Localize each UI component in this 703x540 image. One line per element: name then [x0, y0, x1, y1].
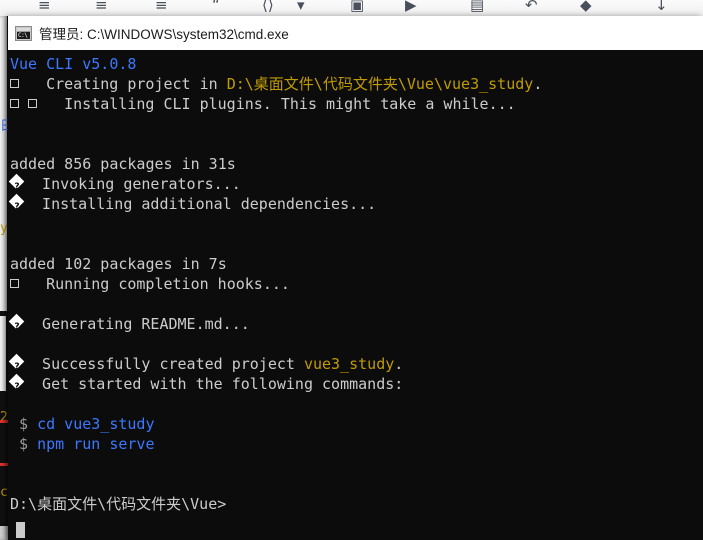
terminal-text-segment: D:\桌面文件\代码文件夹\Vue>	[10, 495, 227, 513]
editor-content-sliver: 日y2c	[0, 16, 8, 540]
terminal-text-segment: cd vue3_study	[37, 415, 155, 433]
bullet-list-icon[interactable]: ≡	[38, 0, 51, 13]
numbered-list-icon[interactable]: ≡	[95, 0, 108, 13]
terminal-line: Vue CLI v5.0.8	[10, 54, 703, 74]
insert-table-icon[interactable]: ▤	[470, 0, 484, 13]
missing-glyph-box-icon	[10, 279, 19, 288]
chevron-down-icon[interactable]: ▾	[297, 0, 305, 13]
code-block-icon[interactable]: ⟨⟩	[262, 0, 274, 13]
terminal-cursor	[16, 522, 25, 538]
cmd-titlebar[interactable]: 管理员: C:\WINDOWS\system32\cmd.exe	[8, 16, 703, 50]
terminal-line: ? Successfully created project vue3_stud…	[10, 354, 703, 374]
replacement-character-icon: ?	[10, 194, 24, 215]
editor-scroll-panel-lower[interactable]	[0, 316, 6, 391]
terminal-line: Running completion hooks...	[10, 274, 703, 294]
terminal-text-segment: Generating README.md...	[24, 315, 250, 333]
terminal-line: $ npm run serve	[10, 434, 703, 454]
cmd-console-icon	[15, 25, 32, 41]
terminal-text-segment: $	[10, 435, 38, 453]
download-icon[interactable]: ↓	[655, 0, 668, 13]
terminal-text-segment: added 102 packages in 7s	[10, 255, 227, 273]
terminal-text-segment: Invoking generators...	[24, 175, 241, 193]
cmd-window[interactable]: 管理员: C:\WINDOWS\system32\cmd.exe Vue CLI…	[8, 16, 703, 540]
terminal-line: ? Generating README.md...	[10, 314, 703, 334]
editor-text-fragment: y	[0, 221, 8, 236]
terminal-line: ? Installing additional dependencies...	[10, 194, 703, 214]
terminal-text-segment: .	[394, 355, 404, 373]
editor-error-underline	[0, 420, 8, 423]
terminal-line: Installing CLI plugins. This might take …	[10, 94, 703, 114]
terminal-line: ? Invoking generators...	[10, 174, 703, 194]
replacement-character-icon: ?	[10, 314, 24, 335]
terminal-text-segment: npm run serve	[37, 435, 155, 453]
terminal-line: $ cd vue3_study	[10, 414, 703, 434]
missing-glyph-box-icon	[28, 99, 38, 108]
terminal-text-segment: Creating project in	[28, 75, 227, 93]
terminal-line: ? Get started with the following command…	[10, 374, 703, 394]
quote-icon[interactable]: “	[212, 0, 220, 13]
replacement-character-icon: ?	[10, 374, 24, 395]
terminal-text-segment: Vue CLI v5.0.8	[10, 55, 137, 73]
insert-image-icon[interactable]: ▣	[350, 0, 364, 13]
task-list-icon[interactable]: ≡	[155, 0, 168, 13]
terminal-text-segment: Installing CLI plugins. This might take …	[46, 95, 516, 113]
editor-toolbar[interactable]: ≡ ≡ ≡ “ ⟨⟩ ▾ ▣ ▶ ▤ ↶ ◆ ↓	[0, 0, 703, 17]
editor-statusbar-sliver	[0, 526, 8, 540]
terminal-text-segment: $	[10, 415, 38, 433]
undo-icon[interactable]: ↶	[525, 0, 538, 13]
replacement-character-icon: ?	[10, 354, 24, 375]
terminal-text-segment: Installing additional dependencies...	[24, 195, 377, 213]
editor-text-fragment: 日	[0, 119, 8, 134]
terminal-line: D:\桌面文件\代码文件夹\Vue>	[10, 494, 703, 514]
highlighter-icon[interactable]: ◆	[580, 0, 592, 13]
terminal-text-segment: .	[533, 75, 543, 93]
terminal-output-area[interactable]: Vue CLI v5.0.8 Creating project in D:\桌面…	[8, 50, 703, 540]
terminal-text-segment: D:\桌面文件\代码文件夹\Vue\vue3_study	[226, 75, 534, 93]
missing-glyph-box-icon	[10, 99, 19, 108]
terminal-text-segment: Get started with the following commands:	[24, 375, 404, 393]
terminal-text-segment: vue3_study	[303, 355, 395, 373]
missing-glyph-box-icon	[10, 79, 19, 88]
terminal-text-segment: Successfully created project	[24, 355, 304, 373]
insert-video-icon[interactable]: ▶	[405, 0, 417, 13]
editor-scroll-panel[interactable]	[0, 16, 7, 311]
cmd-window-title: 管理员: C:\WINDOWS\system32\cmd.exe	[39, 27, 289, 42]
terminal-text: Vue CLI v5.0.8 Creating project in D:\桌面…	[10, 54, 703, 514]
terminal-text-segment: Running completion hooks...	[28, 275, 290, 293]
terminal-line: Creating project in D:\桌面文件\代码文件夹\Vue\vu…	[10, 74, 703, 94]
terminal-text-segment: added 856 packages in 31s	[10, 155, 236, 173]
screen: ≡≡≡“⟨⟩▾▣▶▤↶◆↓ 日y2c 管理员: C:\WINDOWS\syste…	[0, 0, 703, 540]
editor-error-underline	[0, 463, 8, 466]
editor-text-fragment: c	[0, 485, 8, 500]
replacement-character-icon: ?	[10, 174, 24, 195]
terminal-line: added 856 packages in 31s	[10, 154, 703, 174]
terminal-line: added 102 packages in 7s	[10, 254, 703, 274]
